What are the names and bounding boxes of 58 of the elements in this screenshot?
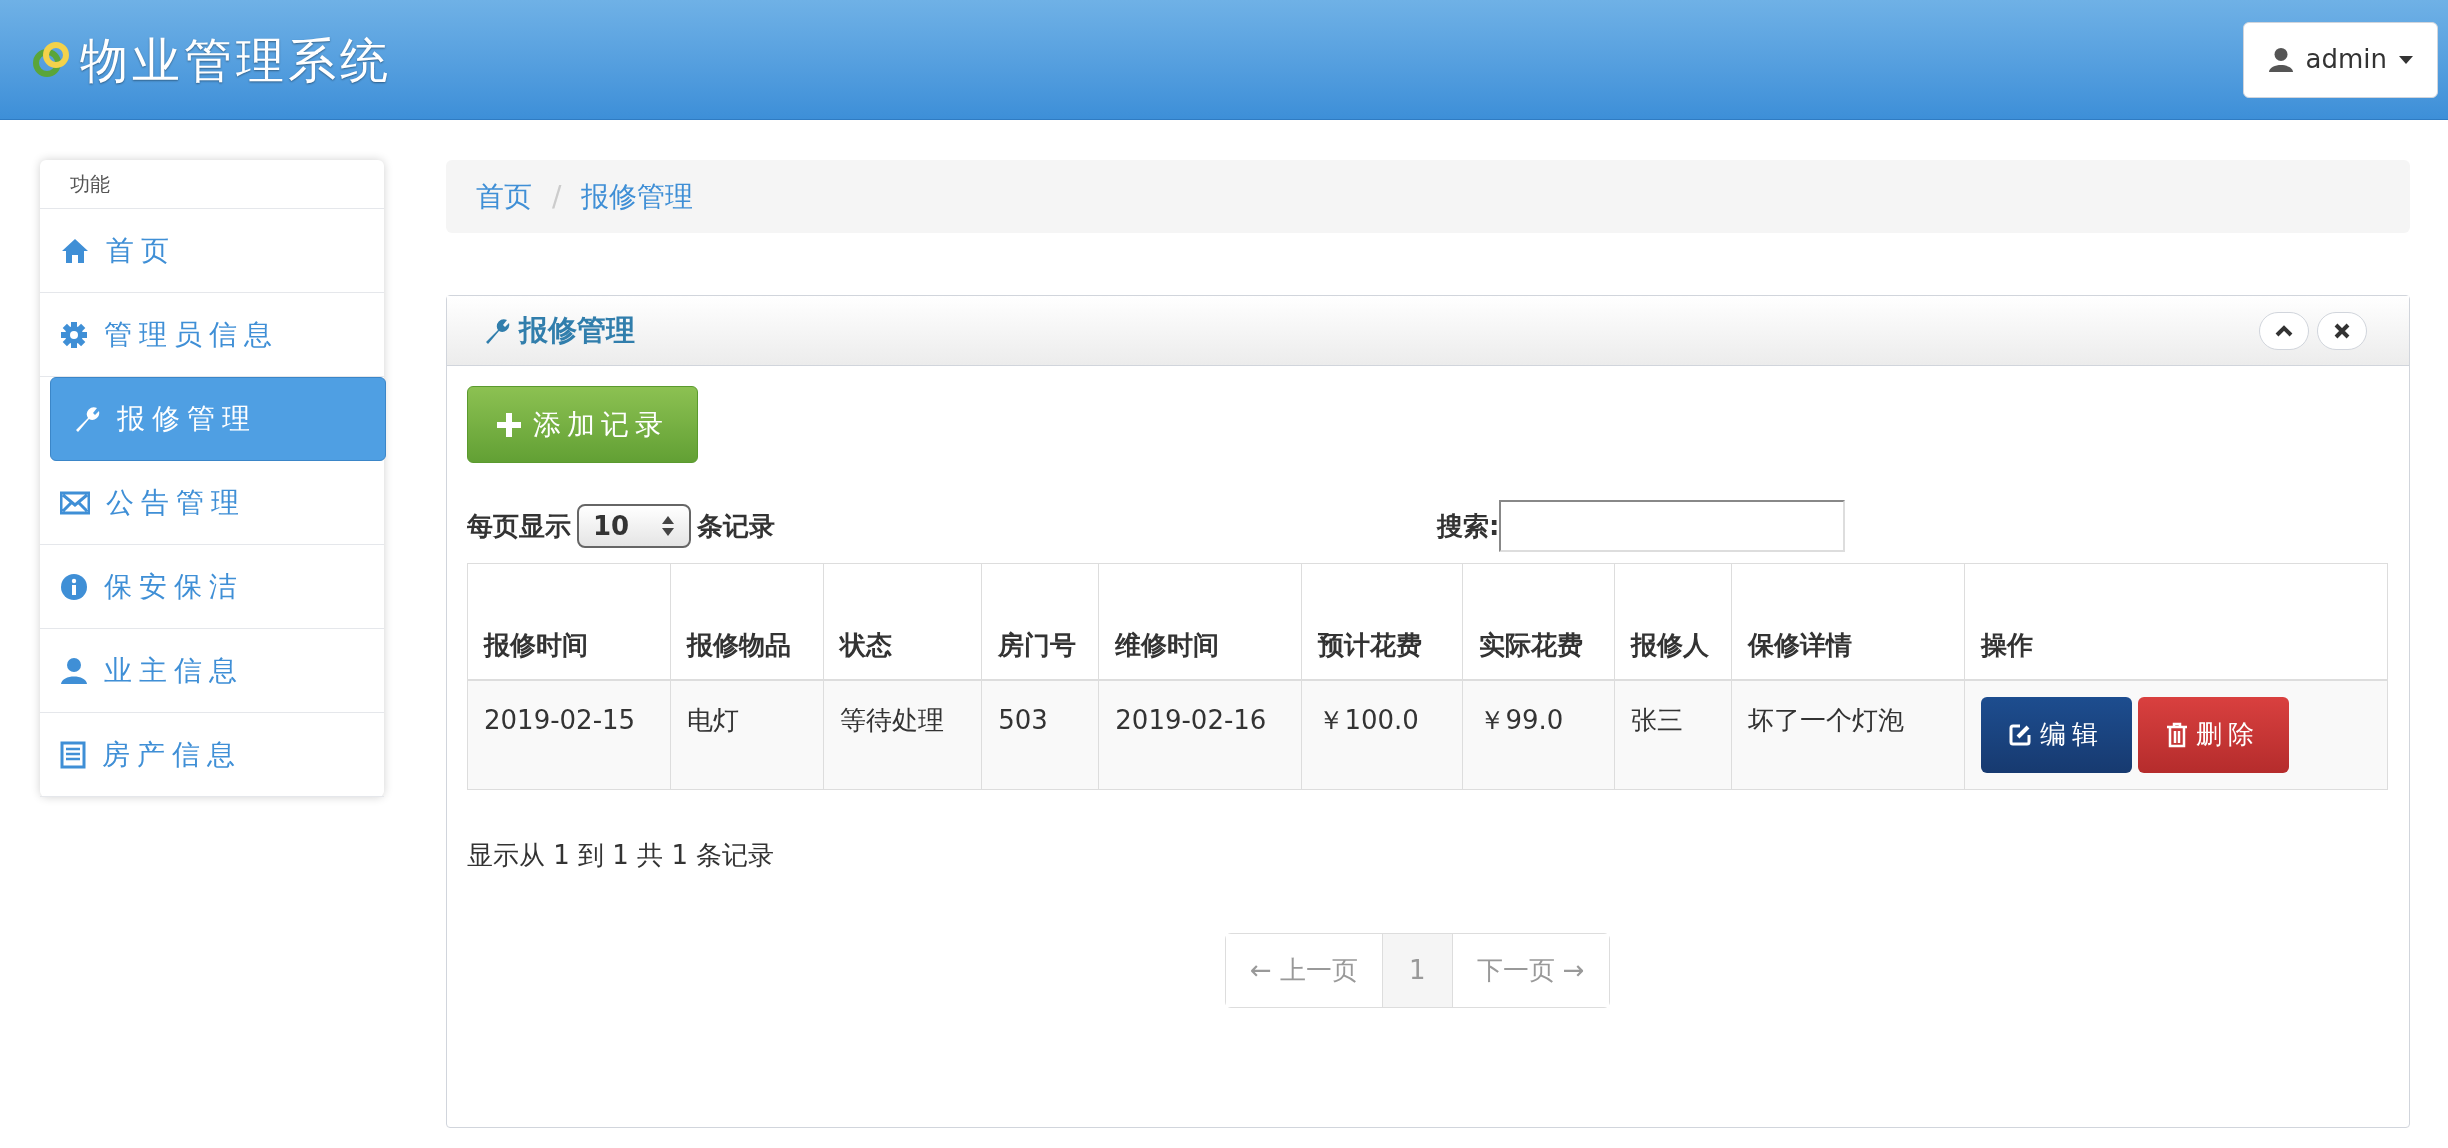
table-info: 显示从 1 到 1 共 1 条记录 (467, 839, 776, 872)
trash-icon (2166, 721, 2189, 748)
pagination-link[interactable]: 1 (1382, 934, 1452, 1007)
edit-button[interactable]: 编辑 (1980, 696, 2132, 773)
table-cell: 电灯 (670, 679, 824, 790)
collapse-button[interactable] (2259, 311, 2309, 350)
page-length-label: 条记录 (697, 509, 775, 543)
user-icon (2267, 46, 2294, 73)
table-cell: 2019-02-15 (467, 679, 671, 790)
table-cell: 张三 (1614, 679, 1732, 790)
user-icon (60, 656, 88, 685)
column-header[interactable]: 维修时间 (1098, 563, 1302, 680)
breadcrumb-link[interactable]: 报修管理 (581, 175, 694, 218)
sidebar-item[interactable]: 房产信息 (40, 713, 384, 797)
updown-arrows-icon (661, 514, 675, 538)
page-length-label: 每页显示 (467, 509, 571, 543)
close-button[interactable] (2317, 311, 2367, 350)
list-icon (60, 740, 86, 769)
column-header[interactable]: 报修物品 (670, 563, 824, 680)
column-header[interactable]: 操作 (1964, 563, 2388, 680)
edit-icon (2008, 722, 2033, 747)
column-header[interactable]: 报修时间 (467, 563, 671, 680)
sidebar-item[interactable]: 报修管理 (50, 377, 386, 461)
close-icon (2334, 322, 2350, 339)
table-cell: 坏了一个灯泡 (1731, 679, 1965, 790)
gear-icon (60, 320, 88, 349)
column-header[interactable]: 实际花费 (1462, 563, 1615, 680)
search-field[interactable] (1499, 500, 1846, 552)
table-cell: 2019-02-16 (1098, 679, 1302, 790)
plus-icon (496, 412, 521, 437)
sidebar-item[interactable]: 首页 (40, 209, 384, 293)
caret-icon (2399, 55, 2413, 64)
panel-title: 报修管理 (519, 311, 635, 349)
page-length-select[interactable]: 10 (577, 504, 691, 548)
column-header[interactable]: 报修人 (1614, 563, 1732, 680)
column-header[interactable]: 预计花费 (1301, 563, 1463, 680)
search-label: 搜索: (1437, 509, 1500, 543)
info-icon (60, 572, 88, 601)
pagination-link[interactable]: 下一页 → (1451, 934, 1609, 1007)
mail-icon (60, 490, 90, 515)
sidebar-heading: 功能 (40, 160, 384, 209)
table-cell: ￥100.0 (1301, 679, 1463, 790)
sidebar-item[interactable]: 保安保洁 (40, 545, 384, 629)
sidebar-item[interactable]: 业主信息 (40, 629, 384, 713)
delete-button[interactable]: 删除 (2137, 696, 2289, 773)
table-cell: 503 (981, 679, 1099, 790)
column-header[interactable]: 状态 (823, 563, 982, 680)
table-cell: ￥99.0 (1462, 679, 1615, 790)
column-header[interactable]: 房门号 (981, 563, 1099, 680)
table-cell: 等待处理 (823, 679, 982, 790)
breadcrumb-link[interactable]: 首页 (476, 175, 532, 218)
sidebar-item[interactable]: 公告管理 (40, 461, 384, 545)
breadcrumb-separator: / (552, 178, 562, 215)
column-header[interactable]: 保修详情 (1731, 563, 1965, 680)
chevron-up-icon (2275, 324, 2293, 337)
home-icon (60, 236, 90, 265)
app-title: 物业管理系统 (80, 30, 392, 90)
user-menu-button[interactable]: admin (2242, 21, 2438, 98)
